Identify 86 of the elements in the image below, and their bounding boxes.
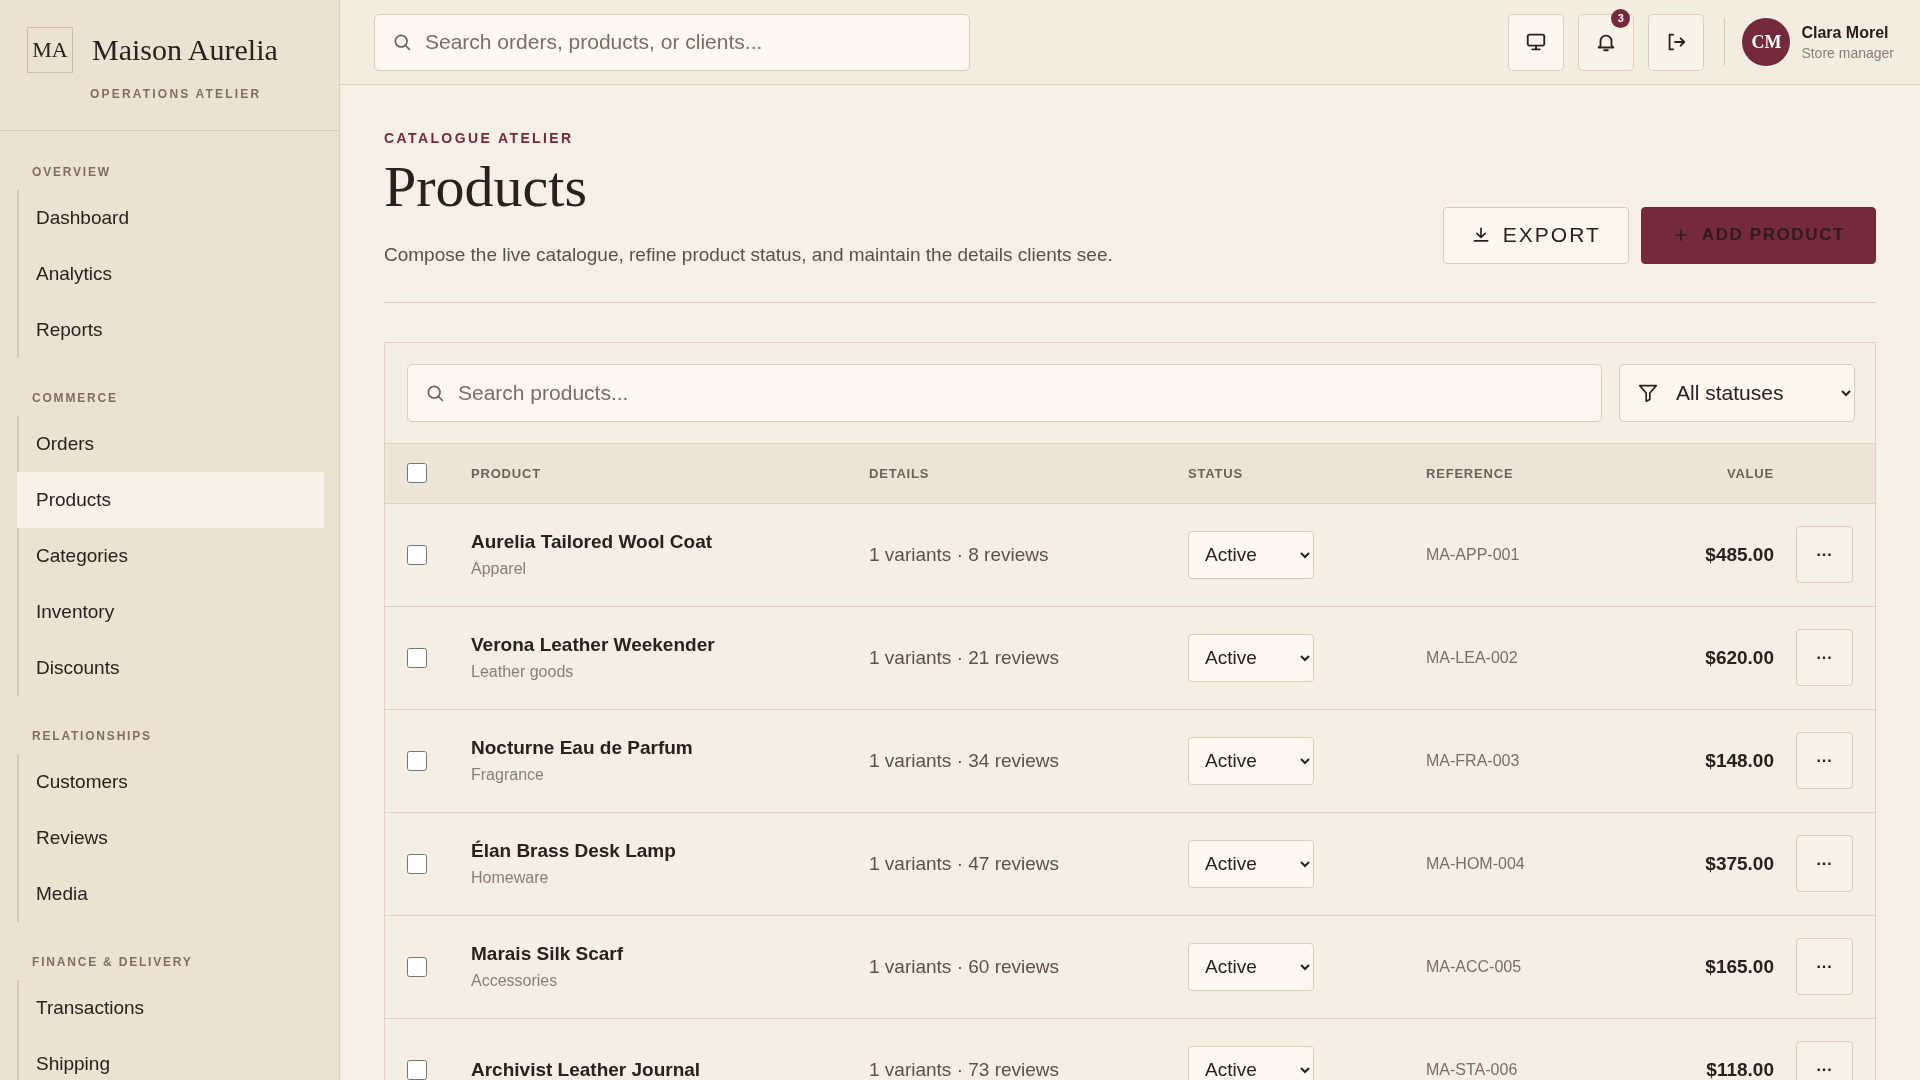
product-details: 1 variants · 34 reviews — [869, 749, 1061, 772]
brand-name: Maison Aurelia — [92, 33, 278, 67]
product-name: Verona Leather Weekender — [471, 634, 716, 657]
sidebar-item[interactable]: Categories — [17, 528, 324, 584]
status-select[interactable]: Active — [1188, 736, 1314, 785]
product-category: Accessories — [471, 972, 559, 991]
product-reference: MA-HOM-004 — [1426, 854, 1526, 873]
product-value: $620.00 — [1704, 646, 1774, 669]
product-details: 1 variants · 47 reviews — [869, 852, 1061, 875]
sidebar-item[interactable]: Transactions — [17, 980, 324, 1036]
section-label: FINANCE & DELIVERY — [31, 954, 194, 971]
section-label: COMMERCE — [31, 390, 119, 407]
row-menu-button[interactable]: ··· — [1796, 938, 1853, 996]
product-name: Aurelia Tailored Wool Coat — [471, 531, 714, 554]
product-value: $148.00 — [1704, 749, 1774, 772]
status-select[interactable]: Active — [1188, 633, 1314, 682]
status-filter[interactable]: All statuses — [1619, 363, 1855, 422]
display-button[interactable] — [1508, 13, 1565, 71]
search-field[interactable]: Search orders, products, or clients... — [374, 13, 970, 71]
logo-mark: MA — [27, 27, 73, 73]
select-all-checkbox[interactable] — [407, 463, 427, 484]
row-checkbox[interactable] — [407, 956, 427, 977]
notification-badge: 3 — [1611, 8, 1631, 28]
brand-tagline: OPERATIONS ATELIER — [90, 87, 263, 101]
product-category: Apparel — [471, 560, 528, 579]
sidebar-item[interactable]: Reviews — [17, 810, 324, 866]
status-select[interactable]: Active — [1188, 530, 1314, 579]
row-checkbox[interactable] — [407, 853, 427, 874]
column-header: STATUS — [1188, 465, 1244, 481]
sidebar-item[interactable]: Customers — [17, 754, 324, 810]
product-reference: MA-ACC-005 — [1426, 957, 1523, 976]
column-header: PRODUCT — [471, 465, 542, 481]
row-checkbox[interactable] — [407, 544, 427, 565]
product-details: 1 variants · 60 reviews — [869, 955, 1061, 978]
product-name: Élan Brass Desk Lamp — [471, 840, 677, 863]
status-select[interactable]: Active — [1188, 839, 1314, 888]
product-reference: MA-STA-006 — [1426, 1060, 1519, 1079]
row-checkbox[interactable] — [407, 1059, 427, 1080]
sidebar-item[interactable]: Products — [17, 472, 324, 528]
export-button[interactable]: EXPORT — [1442, 206, 1629, 264]
user-name: Clara Morel — [1801, 23, 1890, 42]
product-reference: MA-LEA-002 — [1426, 648, 1519, 667]
user-avatar[interactable]: CM — [1742, 18, 1791, 66]
product-name: Marais Silk Scarf — [471, 943, 625, 966]
column-header: REFERENCE — [1426, 465, 1515, 481]
section-label: RELATIONSHIPS — [31, 728, 153, 745]
user-role: Store manager — [1801, 44, 1894, 61]
product-name: Nocturne Eau de Parfum — [471, 737, 694, 760]
sidebar-item[interactable]: Inventory — [17, 584, 324, 640]
row-checkbox[interactable] — [407, 750, 427, 771]
product-category: Leather goods — [471, 663, 575, 682]
sidebar-item[interactable]: Reports — [17, 302, 324, 358]
sidebar-item[interactable]: Media — [17, 866, 324, 922]
sidebar-item[interactable]: Discounts — [17, 640, 324, 696]
page-eyebrow: CATALOGUE ATELIER — [384, 130, 575, 146]
status-select[interactable]: Active — [1188, 1045, 1314, 1080]
section-label: OVERVIEW — [31, 164, 112, 181]
sidebar-item[interactable]: Shipping — [17, 1036, 324, 1080]
row-menu-button[interactable]: ··· — [1796, 1041, 1853, 1080]
sidebar-item[interactable]: Dashboard — [17, 190, 324, 246]
product-details: 1 variants · 21 reviews — [869, 646, 1061, 669]
row-menu-button[interactable]: ··· — [1796, 732, 1853, 790]
page-description: Compose the live catalogue, refine product status, and maintain the details clients see. — [384, 243, 1113, 266]
logout-button[interactable] — [1648, 13, 1705, 71]
product-details: 1 variants · 8 reviews — [869, 543, 1050, 566]
page-title: Products — [384, 154, 588, 221]
product-category: Fragrance — [471, 766, 545, 785]
product-details: 1 variants · 73 reviews — [869, 1058, 1061, 1080]
product-name: Archivist Leather Journal — [471, 1058, 702, 1080]
product-search-field[interactable]: Search products... — [407, 363, 1602, 422]
row-menu-button[interactable]: ··· — [1796, 835, 1853, 893]
monitor-icon — [1525, 31, 1548, 53]
product-reference: MA-APP-001 — [1426, 545, 1521, 564]
product-reference: MA-FRA-003 — [1426, 751, 1521, 770]
status-select[interactable]: Active — [1188, 942, 1314, 991]
sidebar-item[interactable]: Analytics — [17, 246, 324, 302]
row-checkbox[interactable] — [407, 647, 427, 668]
row-menu-button[interactable]: ··· — [1796, 629, 1853, 687]
product-value: $485.00 — [1704, 543, 1774, 566]
column-header: DETAILS — [869, 465, 931, 481]
column-header: VALUE — [1725, 465, 1774, 481]
row-menu-button[interactable]: ··· — [1796, 526, 1853, 584]
product-value: $165.00 — [1704, 955, 1774, 978]
product-category: Homeware — [471, 869, 550, 888]
product-value: $375.00 — [1704, 852, 1774, 875]
product-value: $118.00 — [1705, 1058, 1774, 1080]
